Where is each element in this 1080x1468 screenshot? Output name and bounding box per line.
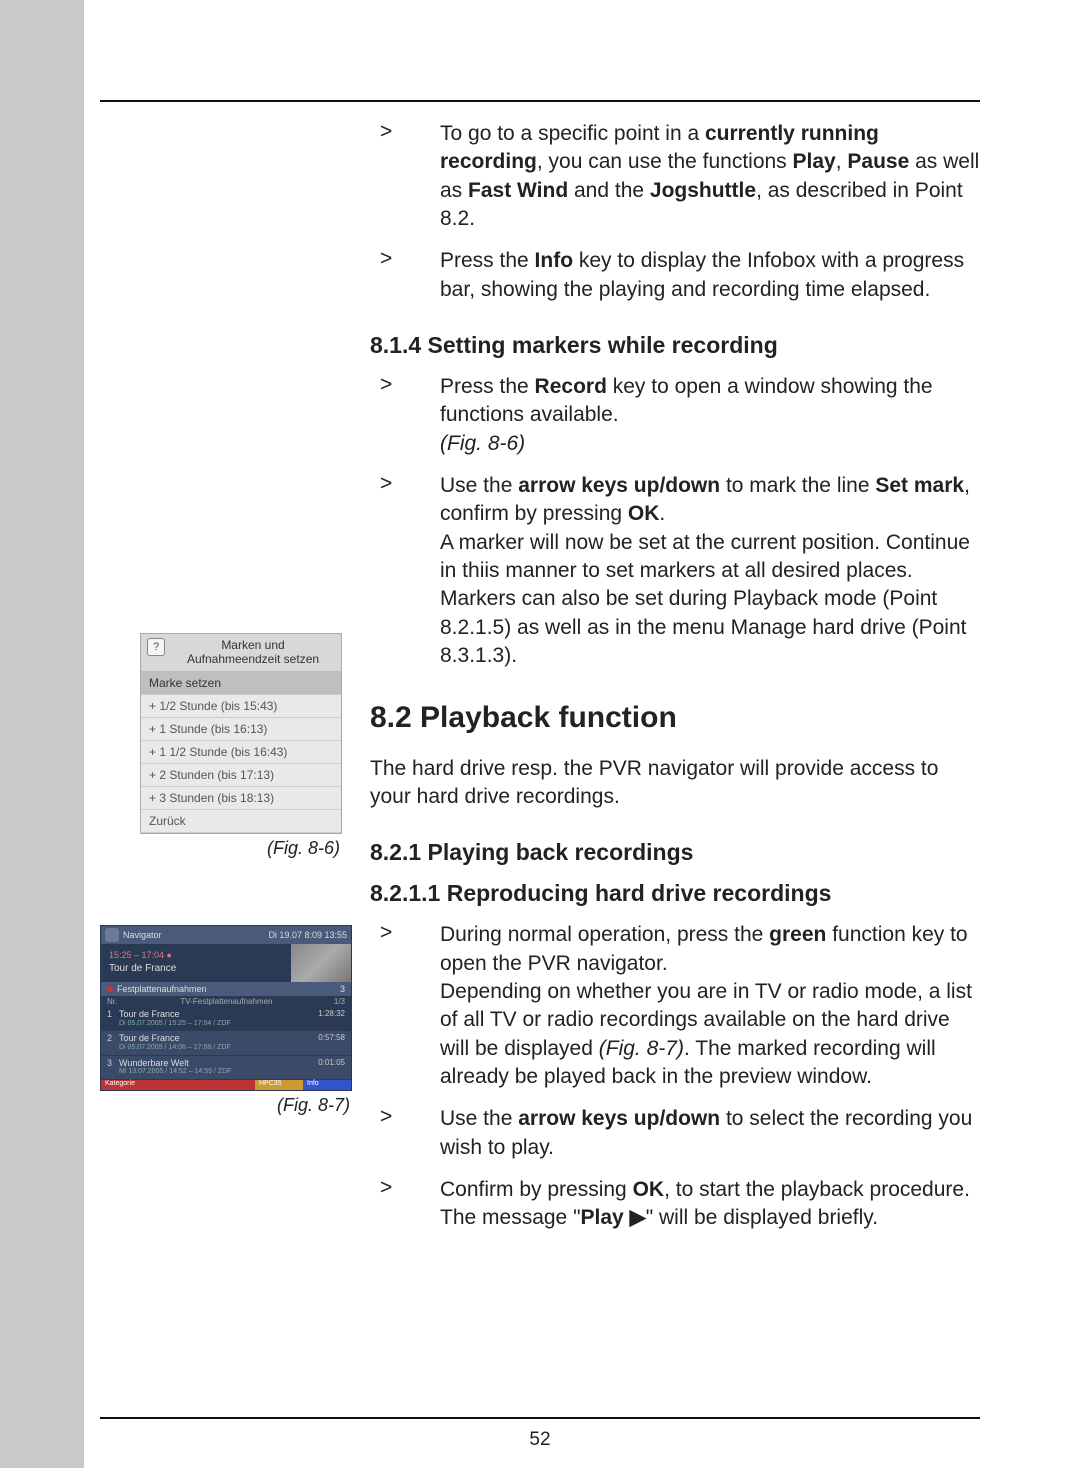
instruction-text: Use the arrow keys up/down to select the… [440,1105,980,1162]
figure-8-7: Navigator Di 19.07 8:09 13:55 15:25 – 17… [100,925,350,1116]
chevron-marker: > [370,472,440,496]
instruction-text: Confirm by pressing OK, to start the pla… [440,1176,980,1233]
figure-8-6: ? Marken und Aufnahmeendzeit setzen Mark… [140,633,340,859]
navigator-program: Tour de France [109,962,283,975]
intro-8-2: The hard drive resp. the PVR navigator w… [370,755,980,812]
instruction-text: Use the arrow keys up/down to mark the l… [440,472,980,670]
navigator-bottombar: Kategorie HPC35 Info [101,1080,351,1090]
navigator-datetime: Di 19.07 8:09 13:55 [268,930,347,940]
instruction-item: > Confirm by pressing OK, to start the p… [370,1176,980,1233]
chevron-marker: > [370,1105,440,1129]
block-8-1-4: ? Marken und Aufnahmeendzeit setzen Mark… [100,373,980,921]
heading-8-1-4: 8.1.4 Setting markers while recording [370,332,980,359]
recording-list: 1 Tour de FranceDi 05.07.2005 / 15:25 – … [101,1007,351,1080]
tab-margin [0,0,84,1468]
instruction-item: > During normal operation, press the gre… [370,921,980,1091]
bottom-rule [100,1417,980,1419]
chevron-marker: > [370,1176,440,1200]
chevron-marker: > [370,247,440,271]
menu-title: ? Marken und Aufnahmeendzeit setzen [141,634,341,672]
preview-thumbnail [291,944,351,982]
instruction-text: Press the Info key to display the Infobo… [440,247,980,304]
navigator-title: Navigator [123,930,268,940]
list-header: Nr. TV-Festplattenaufnahmen 1/3 [101,996,351,1007]
instruction-text: Press the Record key to open a window sh… [440,373,980,458]
heading-8-2: 8.2 Playback function [370,701,980,735]
instruction-text: To go to a specific point in a currently… [440,120,980,233]
heading-8-2-1-1: 8.2.1.1 Reproducing hard drive recording… [370,880,980,907]
block-8-2-1-1: Navigator Di 19.07 8:09 13:55 15:25 – 17… [100,921,980,1246]
list-item: 3 Wunderbare WeltMi 13.07.2005 / 14:52 –… [101,1056,351,1080]
list-item: 1 Tour de FranceDi 05.07.2005 / 15:25 – … [101,1007,351,1031]
instruction-item: > Use the arrow keys up/down to mark the… [370,472,980,670]
navigator-topbar: Navigator Di 19.07 8:09 13:55 [101,926,351,944]
section-count: 3 [340,984,345,994]
bottom-label-blue: Info [303,1080,351,1090]
menu-item: Zurück [141,810,341,833]
list-item: 2 Tour de FranceDi 05.07.2005 / 14:06 – … [101,1031,351,1055]
menu-set-markers: ? Marken und Aufnahmeendzeit setzen Mark… [140,633,342,834]
record-dot-icon [107,986,113,992]
menu-title-line1: Marken und [171,638,335,652]
menu-item: + 3 Stunden (bis 18:13) [141,787,341,810]
menu-title-line2: Aufnahmeendzeit setzen [171,652,335,666]
chevron-marker: > [370,120,440,144]
top-rule [100,100,980,102]
bottom-label-yellow: HPC35 [255,1080,303,1090]
section-label: Festplattenaufnahmen [117,984,340,994]
menu-item: + 2 Stunden (bis 17:13) [141,764,341,787]
navigator-timebar: 15:25 – 17:04 ● [109,950,283,962]
instruction-item: > To go to a specific point in a current… [370,120,980,233]
instruction-item: > Use the arrow keys up/down to select t… [370,1105,980,1162]
help-icon: ? [147,638,165,656]
instruction-item: > Press the Record key to open a window … [370,373,980,458]
bottom-label-red: Kategorie [101,1080,255,1090]
figure-caption: (Fig. 8-6) [140,838,340,859]
instruction-item: > Press the Info key to display the Info… [370,247,980,304]
menu-item: + 1 1/2 Stunde (bis 16:43) [141,741,341,764]
info-icon [105,928,119,942]
manual-page: > To go to a specific point in a current… [0,0,1080,1468]
chevron-marker: > [370,921,440,945]
pvr-navigator: Navigator Di 19.07 8:09 13:55 15:25 – 17… [100,925,352,1091]
page-content: > To go to a specific point in a current… [100,100,980,1451]
instruction-text: During normal operation, press the green… [440,921,980,1091]
figure-caption: (Fig. 8-7) [100,1095,350,1116]
menu-item: + 1 Stunde (bis 16:13) [141,718,341,741]
heading-8-2-1: 8.2.1 Playing back recordings [370,839,980,866]
menu-item: Marke setzen [141,672,341,695]
chevron-marker: > [370,373,440,397]
menu-item: + 1/2 Stunde (bis 15:43) [141,695,341,718]
navigator-header: 15:25 – 17:04 ● Tour de France [101,944,351,982]
navigator-section: Festplattenaufnahmen 3 [101,982,351,996]
page-number: 52 [100,1429,980,1451]
block-running-recording: > To go to a specific point in a current… [100,120,980,373]
